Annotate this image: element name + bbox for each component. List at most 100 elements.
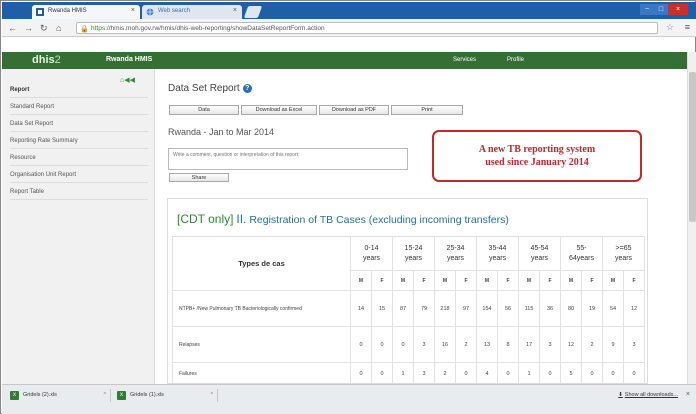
download-item[interactable]: x Gridels (1).xls ^ xyxy=(114,389,218,402)
comment-input[interactable]: Write a comment, question or interpretat… xyxy=(168,148,408,170)
table-cell: 16 xyxy=(434,326,456,363)
excel-file-icon: x xyxy=(117,391,126,400)
download-pdf-button[interactable]: Download as PDF xyxy=(319,105,389,115)
hamburger-icon[interactable]: ≡ xyxy=(685,22,690,32)
tab-web-search[interactable]: Web search × xyxy=(142,5,242,19)
table-cell: 3 xyxy=(539,326,561,363)
table-cell: 15 xyxy=(371,290,393,327)
sidebar-item-reporting-rate-summary[interactable]: Reporting Rate Summary xyxy=(10,138,148,149)
column-header-sex: M xyxy=(476,270,498,291)
column-header-age: 45-54 years xyxy=(518,236,561,271)
column-header-sex: M xyxy=(350,270,372,291)
table-cell: 0 xyxy=(602,362,624,383)
column-header-age: 35-44 years xyxy=(476,236,519,271)
help-icon[interactable]: ? xyxy=(242,84,252,93)
share-button[interactable]: Share xyxy=(169,173,229,182)
sidebar-item-report-table[interactable]: Report Table xyxy=(10,189,148,200)
star-icon[interactable]: ☆ xyxy=(666,22,674,33)
table-cell: 2 xyxy=(455,326,477,363)
table-cell: 54 xyxy=(602,290,624,327)
table-cell: 154 xyxy=(476,290,498,327)
excel-file-icon: x xyxy=(10,391,19,400)
arrow-left-icon[interactable]: ← xyxy=(8,23,17,33)
minimize-button[interactable]: − xyxy=(640,4,654,15)
report-section-card: [CDT only] II. Registration of TB Cases … xyxy=(167,198,648,384)
table-cell: 0 xyxy=(350,362,372,383)
table-cell: 5 xyxy=(560,362,582,383)
table-cell: 56 xyxy=(497,290,519,327)
window-controls: − □ × xyxy=(640,4,688,16)
table-cell: 1 xyxy=(392,362,414,383)
table-cell: 1 xyxy=(518,362,540,383)
reload-icon[interactable]: ↻ xyxy=(40,23,48,34)
sidebar-tool-icons[interactable]: ⌂◀◀ xyxy=(120,76,135,84)
table-cell: 0 xyxy=(350,326,372,363)
brand-title: Rwanda HMIS xyxy=(106,56,153,63)
url-input[interactable]: 🔒 https://hmis.moh.gov.rw/hmis/dhis-web-… xyxy=(76,22,658,34)
column-header-sex: F xyxy=(455,270,477,291)
callout-line-2: used since January 2014 xyxy=(485,157,589,168)
table-header-row: Types de cas 0-14 years 15-24 years 25-34 year… xyxy=(172,236,645,291)
table-cell: 80 xyxy=(560,290,582,327)
maximize-button[interactable]: □ xyxy=(654,4,668,15)
column-header-sex: F xyxy=(497,270,519,291)
sidebar-heading: Report xyxy=(10,87,148,98)
tab-close-icon[interactable]: × xyxy=(131,7,135,14)
sidebar-item-resource[interactable]: Resource xyxy=(10,155,148,166)
tab-rwanda-hmis[interactable]: Rwanda HMIS × xyxy=(32,5,140,19)
annotation-callout: A new TB reporting system used since Jan… xyxy=(432,130,642,182)
print-button[interactable]: Print xyxy=(391,105,463,115)
table-cell: 9 xyxy=(602,326,624,363)
address-bar-row: ← → ↻ ⌂ 🔒 https://hmis.moh.gov.rw/hmis/d… xyxy=(2,19,696,37)
globe-icon xyxy=(146,8,154,16)
sidebar-item-org-unit-report[interactable]: Organisation Unit Report xyxy=(10,172,148,183)
table-cell: 218 xyxy=(434,290,456,327)
close-downloads-bar-icon[interactable]: × xyxy=(686,391,690,398)
table-cell: 4 xyxy=(476,362,498,383)
table-cell: 17 xyxy=(518,326,540,363)
column-header-sex: M xyxy=(392,270,414,291)
chevron-up-icon[interactable]: ^ xyxy=(211,392,213,398)
close-window-button[interactable]: × xyxy=(668,4,688,15)
column-header-sex: F xyxy=(539,270,561,291)
dhis-header: dhis2 Rwanda HMIS Services Profile xyxy=(2,52,696,69)
table-cell: 13 xyxy=(476,326,498,363)
home-icon[interactable]: ⌂ xyxy=(56,23,61,33)
table-cell: 3 xyxy=(623,326,645,363)
new-tab-button[interactable] xyxy=(243,6,263,18)
table-cell: 97 xyxy=(455,290,477,327)
report-period: Rwanda - Jan to Mar 2014 xyxy=(168,127,275,137)
table-cell: 87 xyxy=(392,290,414,327)
callout-line-1: A new TB reporting system xyxy=(478,144,596,155)
table-cell: 0 xyxy=(455,362,477,383)
main-content: Data Set Report? Data Download as Excel … xyxy=(156,69,686,384)
arrow-right-icon[interactable]: → xyxy=(24,23,33,33)
column-header-sex: M xyxy=(518,270,540,291)
table-cell: 79 xyxy=(413,290,435,327)
dhis-logo[interactable]: dhis2 xyxy=(32,54,61,66)
sidebar: ⌂◀◀ Report Standard Report Data Set Repo… xyxy=(2,69,155,384)
column-header-type: Types de cas xyxy=(172,236,351,291)
lock-icon: 🔒 xyxy=(80,26,89,33)
sidebar-item-standard-report[interactable]: Standard Report xyxy=(10,104,148,115)
data-button[interactable]: Data xyxy=(169,105,239,115)
table-cell: 2 xyxy=(434,362,456,383)
table-cell: 12 xyxy=(560,326,582,363)
sidebar-item-data-set-report[interactable]: Data Set Report xyxy=(10,121,148,132)
show-all-downloads-link[interactable]: ⬇ Show all downloads... xyxy=(618,392,678,398)
column-header-sex: M xyxy=(602,270,624,291)
tb-registration-table: Types de cas 0-14 years 15-24 years 25-34 year… xyxy=(172,236,645,383)
download-icon: ⬇ xyxy=(618,392,623,398)
table-cell: 12 xyxy=(623,290,645,327)
nav-profile[interactable]: Profile xyxy=(507,57,524,63)
table-cell: 0 xyxy=(539,362,561,383)
nav-services[interactable]: Services xyxy=(453,57,476,63)
tab-close-icon[interactable]: × xyxy=(233,7,237,14)
table-cell: 0 xyxy=(371,362,393,383)
scrollbar-thumb[interactable] xyxy=(689,72,696,222)
download-excel-button[interactable]: Download as Excel xyxy=(241,105,317,115)
page-scrollbar[interactable] xyxy=(687,52,696,384)
download-item[interactable]: x Gridels (2).xls ^ xyxy=(7,389,111,402)
table-row: Relapses 0 0 0 3 16 2 13 8 17 3 12 2 9 3 xyxy=(172,326,645,363)
chevron-up-icon[interactable]: ^ xyxy=(104,392,106,398)
